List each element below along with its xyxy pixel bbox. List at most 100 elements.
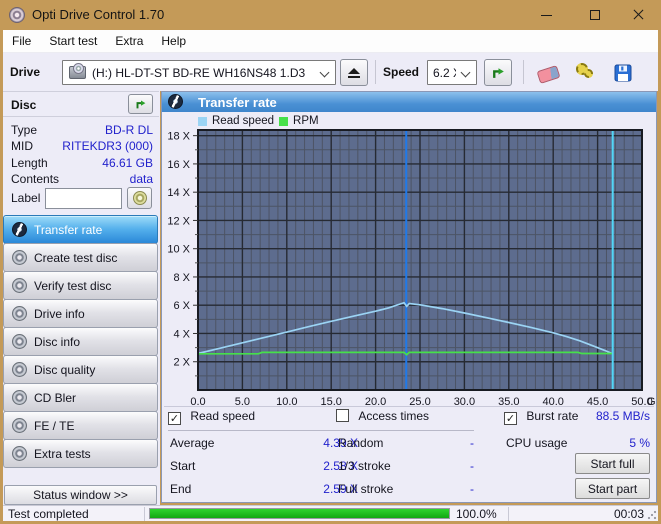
burst-rate-value: 88.5 MB/s <box>595 409 650 423</box>
sidebar-item-extra-tests[interactable]: Extra tests <box>3 439 158 468</box>
disc-row-type: Type BD-R DL <box>11 123 153 137</box>
sidebar-item-transfer-rate[interactable]: Transfer rate <box>3 215 158 244</box>
refresh-disc-button[interactable] <box>128 94 153 114</box>
cd-bolt-icon <box>12 222 27 237</box>
menu-start-test[interactable]: Start test <box>40 31 106 51</box>
sidebar-item-create-test-disc[interactable]: Create test disc <box>3 243 158 272</box>
svg-text:14 X: 14 X <box>167 187 190 199</box>
random-label: Random <box>338 436 384 450</box>
sidebar-item-drive-info[interactable]: Drive info <box>3 299 158 328</box>
end-label: End <box>170 482 192 496</box>
chevron-down-icon <box>460 67 471 78</box>
drive-select[interactable]: (H:) HL-DT-ST BD-RE WH16NS48 1.D3 <box>62 60 336 85</box>
title-bar: Opti Drive Control 1.70 <box>0 0 661 30</box>
cd-icon <box>12 362 27 377</box>
access-times-check-label: Access times <box>358 409 430 423</box>
average-label: Average <box>170 436 215 450</box>
chart-legend: Read speed RPM <box>198 115 319 127</box>
disc-panel: Disc Type BD-R DL MID RITEKDR3 (000) Len… <box>3 91 159 213</box>
toolbar-separator <box>523 60 524 84</box>
disc-label-button[interactable] <box>127 187 152 209</box>
access-times-checkbox[interactable] <box>336 409 349 422</box>
progress-percent: 100.0% <box>456 507 497 521</box>
cd-icon <box>12 250 27 265</box>
sidebar-item-disc-quality[interactable]: Disc quality <box>3 355 158 384</box>
maximize-button[interactable] <box>572 0 618 30</box>
cd-icon <box>12 306 27 321</box>
start-full-button[interactable]: Start full <box>575 453 650 474</box>
status-bar: Test completed 100.0% 00:03 <box>3 505 658 521</box>
save-button[interactable] <box>608 59 638 86</box>
progress-bar-fill <box>150 509 449 518</box>
access-times-check-row: Access times <box>336 409 429 423</box>
cd-icon <box>12 390 27 405</box>
menu-help[interactable]: Help <box>152 31 195 51</box>
sidebar-item-cd-bler[interactable]: CD Bler <box>3 383 158 412</box>
panel-header: Transfer rate <box>162 92 656 112</box>
disc-label-input[interactable] <box>45 188 122 209</box>
svg-text:16 X: 16 X <box>167 159 190 171</box>
svg-text:2 X: 2 X <box>173 357 190 369</box>
read-speed-check-row: ✓ Read speed <box>168 409 255 425</box>
disc-row-contents: Contents data <box>11 172 153 186</box>
speed-select[interactable]: 6.2 X <box>427 60 477 85</box>
cd-icon <box>12 446 27 461</box>
rpm-legend-chip <box>279 116 289 126</box>
sidebar-nav: Transfer rate Create test disc Verify te… <box>3 215 158 468</box>
window-title: Opti Drive Control 1.70 <box>32 7 165 22</box>
disc-label-row: Label <box>3 187 159 211</box>
menu-bar: File Start test Extra Help <box>3 30 658 53</box>
svg-text:8 X: 8 X <box>173 272 190 284</box>
erase-disc-button[interactable] <box>533 59 563 86</box>
drive-icon <box>69 63 86 79</box>
disc-panel-header: Disc <box>3 92 159 117</box>
refresh-speed-button[interactable] <box>484 59 512 86</box>
read-speed-check-label: Read speed <box>190 409 256 423</box>
status-window-button[interactable]: Status window >> <box>4 485 157 505</box>
cd-icon <box>132 191 147 205</box>
svg-text:4 X: 4 X <box>173 328 190 340</box>
speed-label: Speed <box>383 65 420 79</box>
toolbar: Drive (H:) HL-DT-ST BD-RE WH16NS48 1.D3 … <box>3 53 658 91</box>
cpu-usage-label: CPU usage <box>506 436 568 450</box>
random-value: - <box>470 436 474 450</box>
disc-length-value: 46.61 GB <box>102 156 153 170</box>
status-text: Test completed <box>8 507 89 521</box>
eject-button[interactable] <box>340 59 368 86</box>
menu-extra[interactable]: Extra <box>106 31 152 51</box>
cd-bolt-icon <box>168 94 183 109</box>
one-third-stroke-label: 1/3 stroke <box>338 459 391 473</box>
cd-icon <box>12 278 27 293</box>
svg-text:18 X: 18 X <box>167 131 190 143</box>
settings-button[interactable] <box>571 59 601 86</box>
sidebar: Disc Type BD-R DL MID RITEKDR3 (000) Len… <box>3 91 160 505</box>
eject-icon <box>348 67 360 78</box>
sidebar-item-fe-te[interactable]: FE / TE <box>3 411 158 440</box>
burst-rate-checkbox[interactable]: ✓ <box>504 412 517 425</box>
refresh-icon <box>492 68 504 78</box>
menu-file[interactable]: File <box>3 31 40 51</box>
full-stroke-label: Full stroke <box>338 482 394 496</box>
sidebar-item-disc-info[interactable]: Disc info <box>3 327 158 356</box>
cpu-usage-value: 5 % <box>629 436 650 450</box>
maximize-icon <box>590 10 600 20</box>
elapsed-time: 00:03 <box>613 507 644 521</box>
minimize-icon <box>541 15 552 16</box>
close-button[interactable] <box>615 0 661 30</box>
start-part-button[interactable]: Start part <box>575 478 650 499</box>
sidebar-item-verify-test-disc[interactable]: Verify test disc <box>3 271 158 300</box>
refresh-icon <box>136 100 145 109</box>
read-speed-checkbox[interactable]: ✓ <box>168 412 181 425</box>
cd-icon <box>12 334 27 349</box>
label-caption: Label <box>11 191 41 205</box>
toolbar-separator <box>375 60 376 84</box>
burst-rate-check-row: ✓ Burst rate <box>504 409 578 425</box>
svg-text:12 X: 12 X <box>167 215 190 227</box>
disc-type-value: BD-R DL <box>104 123 153 137</box>
disc-row-mid: MID RITEKDR3 (000) <box>11 139 153 153</box>
resize-grip[interactable] <box>647 510 657 520</box>
minimize-button[interactable] <box>523 0 569 30</box>
stats-divider <box>164 406 654 407</box>
app-icon <box>9 7 25 23</box>
eraser-icon <box>536 65 560 84</box>
